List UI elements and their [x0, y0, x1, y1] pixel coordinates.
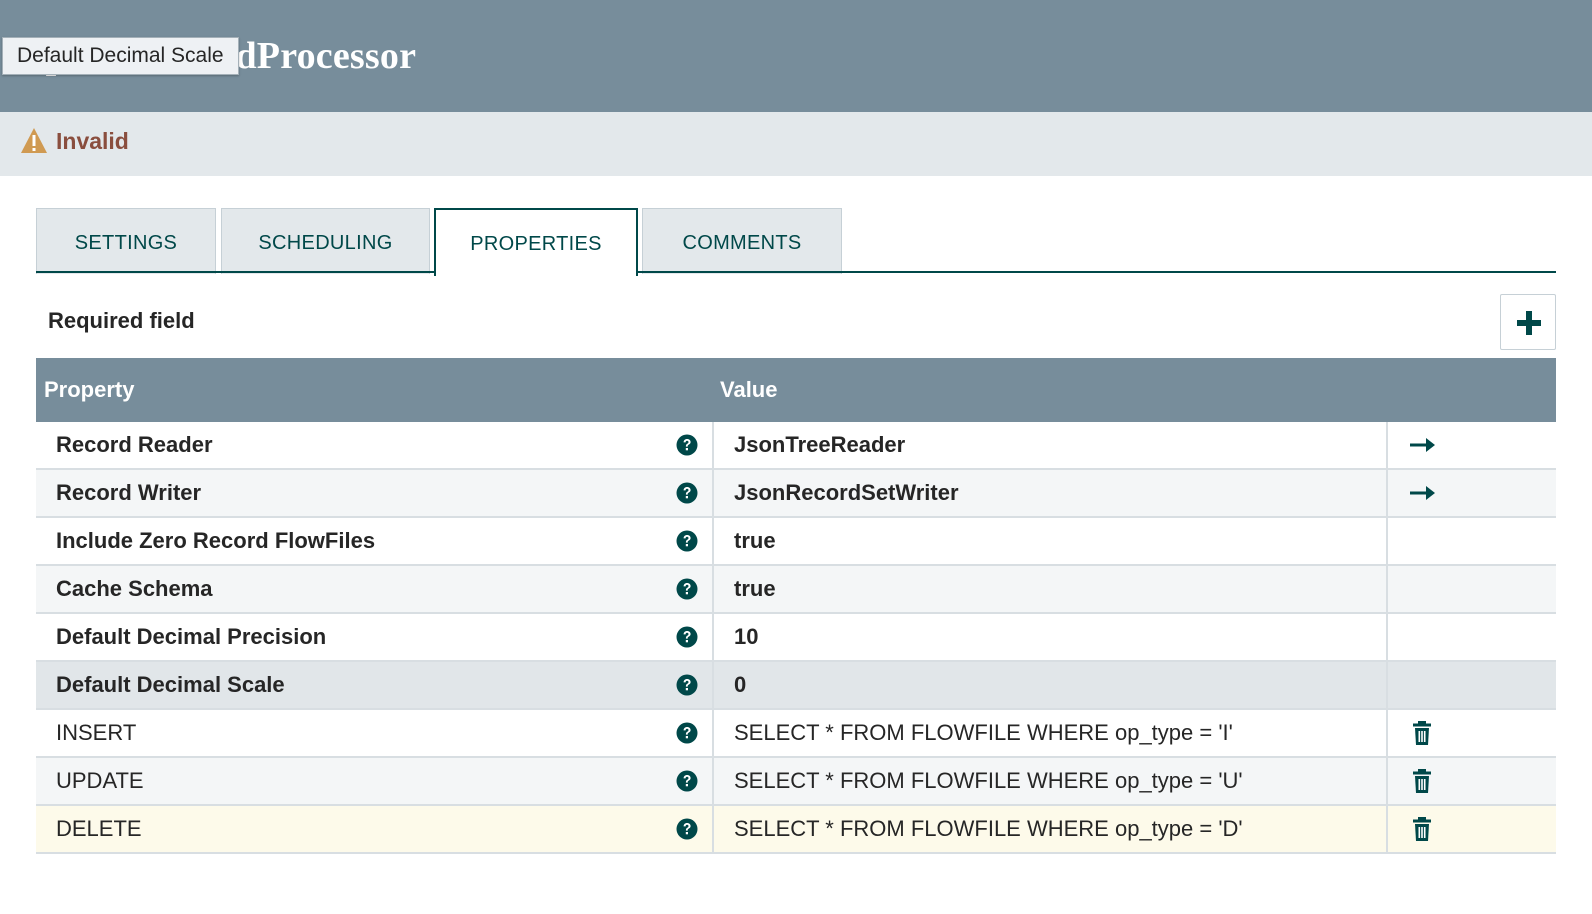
property-name: Default Decimal Precision	[56, 624, 327, 649]
property-name: Cache Schema	[56, 576, 213, 601]
table-row[interactable]: Record Reader JsonTreeReader	[36, 422, 1556, 470]
column-divider	[712, 470, 714, 516]
property-name: Include Zero Record FlowFiles	[56, 528, 376, 553]
table-header: Property Value	[36, 358, 1556, 422]
property-name: UPDATE	[56, 768, 144, 793]
table-row[interactable]: DELETE SELECT * FROM FLOWFILE WHERE op_ty…	[36, 806, 1556, 854]
help-icon[interactable]	[676, 818, 698, 840]
column-divider	[712, 518, 714, 564]
tooltip: Default Decimal Scale	[2, 37, 239, 75]
column-divider	[1386, 710, 1388, 756]
property-value[interactable]: SELECT * FROM FLOWFILE WHERE op_type = '…	[734, 710, 1233, 756]
column-divider	[712, 614, 714, 660]
property-value[interactable]: 10	[734, 614, 758, 660]
dialog-header: UpdateRecordProcessor	[0, 0, 1592, 112]
column-divider	[712, 422, 714, 468]
table-row[interactable]: INSERT SELECT * FROM FLOWFILE WHERE op_ty…	[36, 710, 1556, 758]
help-icon[interactable]	[676, 482, 698, 504]
property-name: DELETE	[56, 816, 142, 841]
property-name: Record Writer	[56, 480, 202, 505]
add-property-button[interactable]	[1500, 294, 1556, 350]
property-name: Record Reader	[56, 432, 213, 457]
property-value[interactable]: true	[734, 566, 776, 612]
required-field-label: Required field	[48, 308, 195, 333]
column-divider	[1386, 518, 1388, 564]
property-value[interactable]: 0	[734, 662, 746, 708]
warning-icon	[21, 128, 47, 153]
plus-icon	[1517, 311, 1541, 335]
property-name: INSERT	[56, 720, 137, 745]
go-to-arrow-icon[interactable]	[1408, 432, 1436, 458]
status-text: Invalid	[56, 128, 129, 154]
help-icon[interactable]	[676, 770, 698, 792]
column-divider	[1386, 614, 1388, 660]
properties-table: Property Value Record Reader JsonTreeRead…	[36, 358, 1556, 854]
property-name: Default Decimal Scale	[56, 672, 285, 697]
table-row[interactable]: Include Zero Record FlowFiles true	[36, 518, 1556, 566]
column-divider	[712, 758, 714, 804]
tab-settings[interactable]: SETTINGS	[36, 208, 216, 274]
table-row[interactable]: Record Writer JsonRecordSetWriter	[36, 470, 1556, 518]
trash-icon[interactable]	[1408, 768, 1436, 794]
column-header-property: Property	[44, 377, 135, 402]
help-icon[interactable]	[676, 674, 698, 696]
help-icon[interactable]	[676, 722, 698, 744]
column-divider	[712, 662, 714, 708]
help-icon[interactable]	[676, 434, 698, 456]
property-value[interactable]: SELECT * FROM FLOWFILE WHERE op_type = '…	[734, 806, 1243, 852]
column-header-value: Value	[720, 377, 778, 402]
property-value[interactable]: true	[734, 518, 776, 564]
property-value[interactable]: JsonTreeReader	[734, 422, 905, 468]
property-value[interactable]: SELECT * FROM FLOWFILE WHERE op_type = '…	[734, 758, 1243, 804]
go-to-arrow-icon[interactable]	[1408, 480, 1436, 506]
trash-icon[interactable]	[1408, 720, 1436, 746]
help-icon[interactable]	[676, 578, 698, 600]
trash-icon[interactable]	[1408, 816, 1436, 842]
help-icon[interactable]	[676, 626, 698, 648]
column-divider	[1386, 470, 1388, 516]
column-divider	[712, 566, 714, 612]
column-divider	[1386, 662, 1388, 708]
table-row[interactable]: UPDATE SELECT * FROM FLOWFILE WHERE op_ty…	[36, 758, 1556, 806]
tab-underline	[36, 271, 1556, 273]
tab-properties[interactable]: PROPERTIES	[434, 208, 638, 276]
property-value[interactable]: JsonRecordSetWriter	[734, 470, 959, 516]
tab-scheduling[interactable]: SCHEDULING	[221, 208, 430, 274]
status-bar	[0, 112, 1592, 176]
column-divider	[712, 710, 714, 756]
table-row[interactable]: Default Decimal Precision 10	[36, 614, 1556, 662]
column-divider	[712, 806, 714, 852]
help-icon[interactable]	[676, 530, 698, 552]
table-row[interactable]: Cache Schema true	[36, 566, 1556, 614]
column-divider	[1386, 566, 1388, 612]
tab-comments[interactable]: COMMENTS	[642, 208, 842, 274]
column-divider	[1386, 422, 1388, 468]
column-divider	[1386, 758, 1388, 804]
table-row[interactable]: Default Decimal Scale 0	[36, 662, 1556, 710]
column-divider	[1386, 806, 1388, 852]
